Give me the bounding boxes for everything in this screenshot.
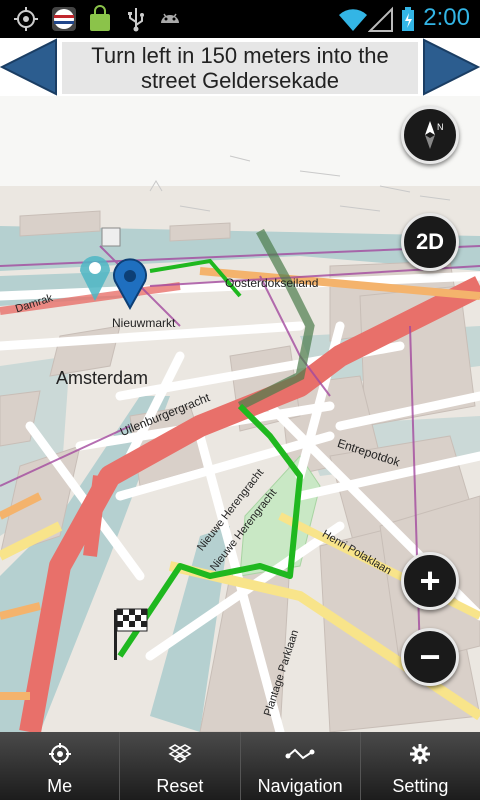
right-arrow-icon[interactable] (422, 38, 480, 96)
status-bar: 2:00 (0, 0, 480, 38)
gear-icon (410, 744, 431, 764)
svg-text:N: N (437, 122, 444, 132)
label-nieuwmarkt: Nieuwmarkt (112, 316, 176, 330)
reset-label: Reset (156, 776, 204, 796)
route-icon (285, 748, 315, 760)
navigation-button[interactable]: Navigation (241, 732, 361, 800)
flag-app-icon (52, 7, 76, 31)
clock: 2:00 (423, 4, 470, 31)
label-oosterdokseiland: Oosterdokseiland (225, 276, 319, 290)
gps-icon (14, 7, 38, 31)
battery-icon (402, 7, 414, 31)
map-view[interactable]: Nieuwmarkt Amsterdam Oosterdokseiland Ui… (0, 96, 480, 732)
android-icon (161, 13, 179, 23)
navigation-label: Navigation (257, 776, 343, 796)
compass-button[interactable]: N (401, 106, 459, 164)
me-label: Me (47, 776, 73, 796)
setting-label: Setting (392, 776, 449, 796)
label-amsterdam: Amsterdam (56, 368, 149, 388)
crosshair-icon (48, 743, 71, 765)
view-mode-button[interactable]: 2D (401, 213, 459, 271)
reset-button[interactable]: Reset (120, 732, 241, 800)
compass-icon: N (425, 121, 444, 149)
zoom-in-button[interactable]: + (401, 552, 459, 610)
left-arrow-icon[interactable] (0, 38, 58, 96)
bottom-nav: Me Reset Navigation Setting (0, 732, 480, 800)
dropbox-icon (168, 744, 192, 763)
shopping-bag-icon (90, 5, 110, 31)
zoom-out-button[interactable]: − (401, 628, 459, 686)
instruction-text: Turn left in 150 meters into the street … (62, 42, 418, 94)
usb-icon (128, 8, 144, 32)
signal-icon (368, 6, 393, 32)
me-button[interactable]: Me (0, 732, 121, 800)
wifi-icon (339, 9, 367, 31)
setting-button[interactable]: Setting (361, 732, 480, 800)
